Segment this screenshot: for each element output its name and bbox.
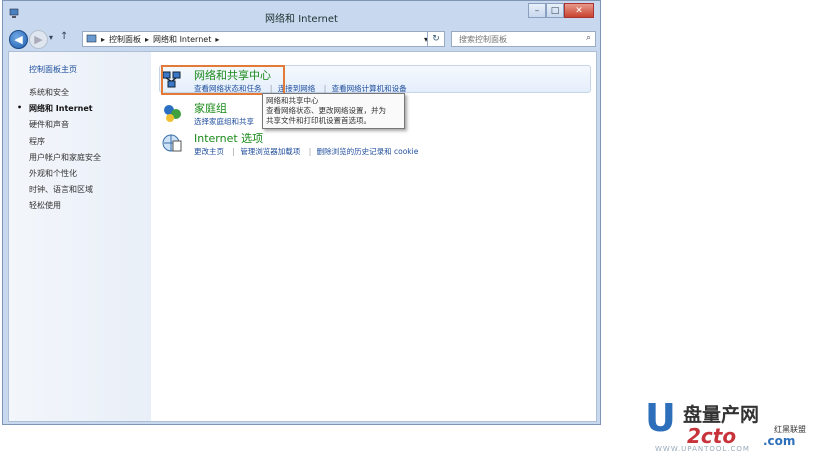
sidebar-item-network-internet[interactable]: • 网络和 Internet [17, 103, 93, 114]
category-title[interactable]: 家庭组 [194, 100, 227, 116]
highlight-annotation [161, 65, 285, 95]
up-button[interactable]: ↑ [60, 31, 68, 42]
link-separator: | [308, 147, 312, 156]
link-view-network-computers[interactable]: 查看网络计算机和设备 [332, 84, 407, 93]
tooltip-line: 查看网络状态、更改网络设置，并为 [266, 106, 386, 115]
sidebar-item-home[interactable]: 控制面板主页 [29, 64, 77, 75]
sidebar-item-programs[interactable]: 程序 [29, 136, 45, 147]
maximize-button[interactable]: □ [546, 3, 564, 18]
watermark-url: WWW.UPANTOOL.COM [655, 445, 750, 453]
link-separator: | [232, 147, 235, 156]
sidebar: 控制面板主页 系统和安全 • 网络和 Internet 硬件和声音 程序 用户帐… [9, 52, 151, 421]
control-panel-window: 网络和 Internet – □ ✕ ◀ ▶ ▾ ↑ ▸ 控制面板 ▸ 网络和 … [2, 0, 601, 425]
content-area: 控制面板主页 系统和安全 • 网络和 Internet 硬件和声音 程序 用户帐… [8, 51, 597, 422]
sidebar-item-label: 网络和 Internet [29, 104, 93, 113]
breadcrumb-separator: ▸ [145, 34, 150, 44]
watermark-brand: 盘量产网 [683, 404, 760, 426]
homegroup-icon [164, 105, 181, 122]
link-change-homepage[interactable]: 更改主页 [194, 147, 224, 156]
sidebar-item-system-security[interactable]: 系统和安全 [29, 87, 69, 98]
watermark-u-letter: U [645, 396, 676, 440]
breadcrumb-separator: ▸ [101, 34, 106, 44]
breadcrumb-network-internet[interactable]: 网络和 Internet [153, 34, 211, 45]
search-box[interactable]: ⌕ [451, 31, 596, 47]
link-choose-homegroup[interactable]: 选择家庭组和共享 [194, 117, 254, 126]
category-title[interactable]: Internet 选项 [194, 130, 263, 146]
sidebar-item-appearance[interactable]: 外观和个性化 [29, 168, 77, 179]
title-bar[interactable]: 网络和 Internet – □ ✕ [3, 1, 600, 29]
internet-options-icon [162, 134, 182, 152]
forward-button[interactable]: ▶ [29, 30, 48, 49]
sidebar-item-user-accounts[interactable]: 用户帐户和家庭安全 [29, 152, 101, 163]
breadcrumb-separator: ▸ [215, 34, 220, 44]
link-manage-addons[interactable]: 管理浏览器加载项 [240, 147, 300, 156]
main-panel: 网络和共享中心 查看网络状态和任务 | 连接到网络 | 查看网络计算机和设备 家… [151, 52, 596, 421]
sidebar-item-ease-of-access[interactable]: 轻松使用 [29, 200, 61, 211]
control-panel-icon [86, 34, 97, 43]
close-button[interactable]: ✕ [564, 3, 594, 18]
sidebar-item-clock-region[interactable]: 时钟、语言和区域 [29, 184, 93, 195]
minimize-button[interactable]: – [528, 3, 546, 18]
window-title: 网络和 Internet [265, 14, 338, 25]
tooltip-title: 网络和共享中心 [266, 96, 319, 105]
link-separator: | [323, 84, 327, 93]
back-button[interactable]: ◀ [9, 30, 28, 49]
tooltip-line: 共享文件和打印机设置首选项。 [266, 116, 371, 125]
tooltip: 网络和共享中心 查看网络状态、更改网络设置，并为 共享文件和打印机设置首选项。 [262, 93, 405, 129]
search-input[interactable] [457, 32, 581, 47]
navigation-bar: ◀ ▶ ▾ ↑ ▸ 控制面板 ▸ 网络和 Internet ▸ ▾ ↻ ⌕ [3, 29, 600, 49]
refresh-button[interactable]: ↻ [427, 31, 445, 47]
breadcrumb-control-panel[interactable]: 控制面板 [109, 34, 141, 45]
link-delete-history[interactable]: 删除浏览的历史记录和 cookie [317, 147, 419, 156]
address-bar[interactable]: ▸ 控制面板 ▸ 网络和 Internet ▸ ▾ [82, 31, 433, 47]
recent-pages-chevron-icon[interactable]: ▾ [49, 33, 53, 42]
watermark-suffix: .com [763, 434, 796, 448]
site-watermark: U 盘量产网 2cto 红黑联盟 .com WWW.UPANTOOL.COM [645, 398, 817, 458]
active-bullet: • [17, 103, 23, 112]
sidebar-item-hardware-sound[interactable]: 硬件和声音 [29, 119, 69, 130]
search-icon[interactable]: ⌕ [586, 33, 591, 43]
